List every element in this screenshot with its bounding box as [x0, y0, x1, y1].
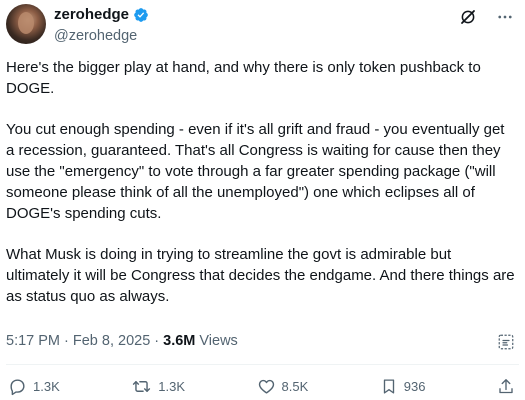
- more-icon[interactable]: [495, 8, 515, 26]
- post-paragraph: You cut enough spending - even if it's a…: [6, 121, 509, 222]
- author-handle[interactable]: @zerohedge: [54, 28, 137, 44]
- repost-button[interactable]: 1.3K: [131, 377, 185, 396]
- avatar[interactable]: [6, 4, 46, 44]
- post-timestamp[interactable]: 5:17 PM · Feb 8, 2025 ·: [6, 333, 159, 349]
- bookmark-icon: [383, 379, 394, 394]
- bookmark-count: 936: [403, 379, 426, 394]
- like-count: 8.5K: [281, 379, 309, 394]
- views-count: 3.6M: [163, 333, 196, 349]
- author-name-row[interactable]: zerohedge: [54, 6, 149, 23]
- reply-button[interactable]: 1.3K: [8, 377, 60, 396]
- post-top-actions: [459, 8, 515, 26]
- share-icon: [499, 379, 513, 394]
- grok-analyze-button[interactable]: [497, 333, 515, 356]
- repost-icon: [133, 381, 151, 392]
- post-paragraph: Here's the bigger play at hand, and why …: [6, 59, 485, 97]
- post-meta: 5:17 PM · Feb 8, 2025 · 3.6M Views: [6, 333, 238, 349]
- grok-icon[interactable]: [459, 8, 477, 26]
- reply-icon: [10, 379, 25, 396]
- post-text: Here's the bigger play at hand, and why …: [6, 57, 516, 327]
- reply-count: 1.3K: [33, 379, 60, 394]
- verified-badge-icon: [134, 7, 148, 22]
- like-button[interactable]: 8.5K: [257, 377, 309, 396]
- share-button[interactable]: [497, 377, 515, 396]
- bookmark-button[interactable]: 936: [380, 377, 426, 396]
- author-display-name[interactable]: zerohedge: [54, 6, 129, 23]
- grok-analyze-icon[interactable]: [497, 333, 515, 351]
- divider: [6, 364, 519, 365]
- post-paragraph: What Musk is doing in trying to streamli…: [6, 246, 519, 305]
- like-icon: [258, 379, 274, 394]
- views-label: Views: [199, 333, 238, 349]
- action-bar: 1.3K 1.3K 8.5K 936: [8, 377, 515, 396]
- repost-count: 1.3K: [158, 379, 185, 394]
